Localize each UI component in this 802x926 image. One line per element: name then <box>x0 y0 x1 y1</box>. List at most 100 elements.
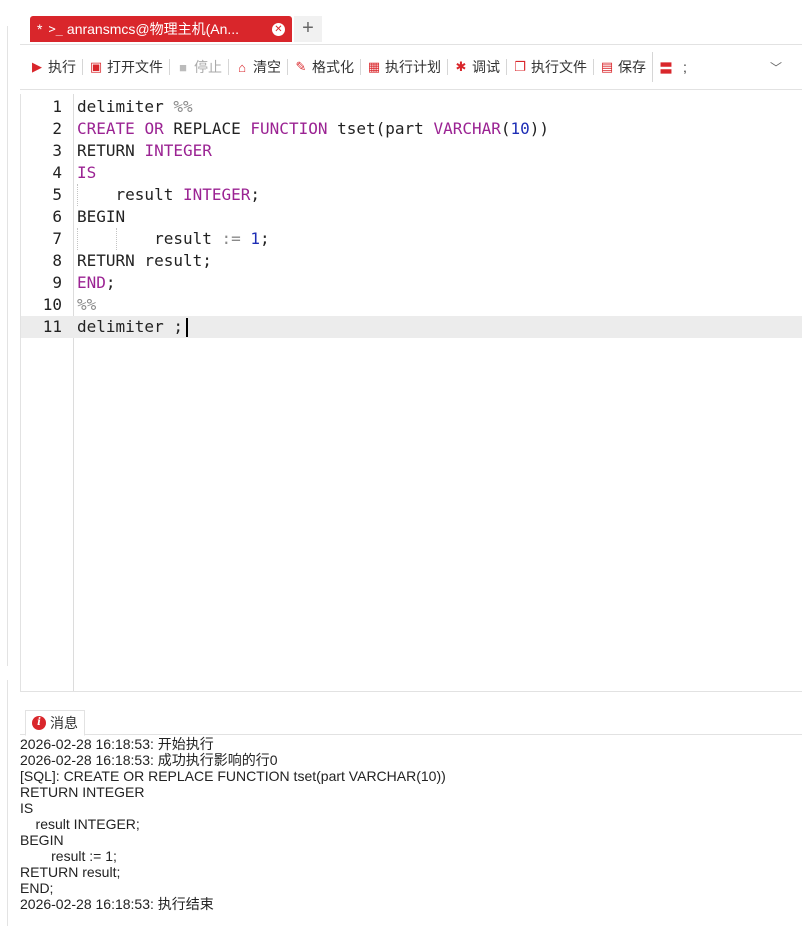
code-line[interactable]: 4 IS <box>21 162 802 184</box>
format-button[interactable]: ✎ 格式化 <box>289 57 359 77</box>
eraser-icon: ⌂ <box>238 59 246 75</box>
log-line: result INTEGER; <box>20 816 140 832</box>
stop-icon: ■ <box>179 59 187 75</box>
toolbar-divider <box>360 59 361 75</box>
messages-tab-label: 消息 <box>50 715 78 731</box>
line-number: 4 <box>52 163 62 182</box>
log-line: 2026-02-28 16:18:53: 成功执行影响的行0 <box>20 752 278 768</box>
stop-button[interactable]: ■ 停止 <box>171 57 227 77</box>
line-number: 2 <box>52 119 62 138</box>
toolbar-divider <box>287 59 288 75</box>
code-line[interactable]: 7 result := 1; <box>21 228 802 250</box>
log-line: 2026-02-28 16:18:53: 开始执行 <box>20 736 214 752</box>
open-file-icon: ▣ <box>89 59 103 74</box>
execute-button[interactable]: ▶ 执行 <box>25 57 81 77</box>
delimiter-selector[interactable]: 〓 ; <box>654 57 692 77</box>
code-line[interactable]: 11 delimiter ; <box>21 316 802 338</box>
code-text: END; <box>77 273 116 292</box>
modified-marker: * <box>37 21 43 37</box>
left-panel-edge <box>0 0 12 926</box>
messages-panel: i 消息 2026-02-28 16:18:53: 开始执行 2026-02-28… <box>20 707 802 926</box>
plus-icon: + <box>302 17 314 39</box>
code-line[interactable]: 1 delimiter %% <box>21 96 802 118</box>
line-number: 11 <box>42 317 62 336</box>
toolbar-divider <box>652 52 653 82</box>
toolbar-divider <box>593 59 594 75</box>
delimiter-value: ; <box>683 59 687 75</box>
log-line: result := 1; <box>20 848 117 864</box>
file-run-icon: ❐ <box>514 59 526 74</box>
info-icon: i <box>32 716 46 730</box>
execution-plan-label: 执行计划 <box>385 59 441 75</box>
log-line: IS <box>20 800 34 816</box>
messages-tab-bar: i 消息 <box>20 707 802 736</box>
left-panel-divider <box>0 26 8 666</box>
toolbar-divider <box>228 59 229 75</box>
code-line[interactable]: 3 RETURN INTEGER <box>21 140 802 162</box>
clear-label: 清空 <box>253 59 281 75</box>
line-number: 6 <box>52 207 62 226</box>
line-number: 3 <box>52 141 62 160</box>
log-line: END; <box>20 880 54 896</box>
toolbar-divider <box>506 59 507 75</box>
calendar-icon: ▦ <box>367 59 381 74</box>
equals-icon: 〓 <box>659 60 673 76</box>
play-icon: ▶ <box>32 59 42 74</box>
code-text: %% <box>77 295 97 314</box>
code-text: delimiter ; <box>77 317 183 336</box>
log-line: [SQL]: CREATE OR REPLACE FUNCTION tset(p… <box>20 768 446 784</box>
chevron-down-icon[interactable]: ﹀ <box>770 59 782 76</box>
clear-button[interactable]: ⌂ 清空 <box>230 57 286 77</box>
code-text: IS <box>77 163 97 182</box>
toolbar-divider <box>82 59 83 75</box>
line-number: 1 <box>52 97 62 116</box>
code-text: result := 1; <box>77 229 270 248</box>
bug-icon: ✱ <box>455 59 467 74</box>
open-file-button[interactable]: ▣ 打开文件 <box>84 57 168 77</box>
indent-guide <box>116 228 118 250</box>
format-label: 格式化 <box>312 59 354 75</box>
save-button[interactable]: ▤ 保存 <box>595 57 651 77</box>
add-tab-button[interactable]: + <box>294 16 322 42</box>
close-icon[interactable]: ✕ <box>272 22 285 36</box>
tab-messages[interactable]: i 消息 <box>25 710 85 736</box>
tab-title: anransmcs@物理主机(An... <box>66 21 240 37</box>
query-tab[interactable]: * >_ anransmcs@物理主机(An... ✕ <box>30 16 292 42</box>
code-text: CREATE OR REPLACE FUNCTION tset(part VAR… <box>77 119 550 138</box>
code-text: result INTEGER; <box>77 185 261 204</box>
open-file-label: 打开文件 <box>107 59 163 75</box>
code-line[interactable]: 8 RETURN result; <box>21 250 802 272</box>
indent-guide <box>77 184 78 206</box>
log-line: BEGIN <box>20 832 64 848</box>
debug-button[interactable]: ✱ 调试 <box>449 57 505 77</box>
editor-toolbar: ▶ 执行 ▣ 打开文件 ■ 停止 ⌂ 清空 ✎ 格式化 ▦ 执行计划 ✱ 调试 … <box>20 44 802 90</box>
line-number: 8 <box>52 251 62 270</box>
debug-label: 调试 <box>472 59 500 75</box>
toolbar-divider <box>169 59 170 75</box>
terminal-icon: >_ <box>48 22 63 36</box>
code-line[interactable]: 2 CREATE OR REPLACE FUNCTION tset(part VA… <box>21 118 802 140</box>
code-line[interactable]: 9 END; <box>21 272 802 294</box>
code-line[interactable]: 6 BEGIN <box>21 206 802 228</box>
editor-tab-bar: * >_ anransmcs@物理主机(An... ✕ + <box>20 0 802 44</box>
messages-log: 2026-02-28 16:18:53: 开始执行 2026-02-28 16:1… <box>20 735 802 912</box>
line-number: 9 <box>52 273 62 292</box>
line-number: 10 <box>42 295 62 314</box>
code-text: delimiter %% <box>77 97 193 116</box>
log-line: RETURN INTEGER <box>20 784 145 800</box>
code-line[interactable]: 5 result INTEGER; <box>21 184 802 206</box>
execute-label: 执行 <box>48 59 76 75</box>
code-text: RETURN result; <box>77 251 212 270</box>
code-text: BEGIN <box>77 207 126 226</box>
execution-plan-button[interactable]: ▦ 执行计划 <box>362 57 446 77</box>
indent-guide <box>77 228 78 250</box>
sql-editor[interactable]: 1 delimiter %% 2 CREATE OR REPLACE FUNCTION… <box>20 94 802 692</box>
log-line: 2026-02-28 16:18:53: 执行结束 <box>20 896 214 912</box>
log-line: RETURN result; <box>20 864 121 880</box>
line-number: 5 <box>52 185 62 204</box>
text-cursor <box>185 318 188 337</box>
code-line[interactable]: 10%% <box>21 294 802 316</box>
execute-file-button[interactable]: ❐ 执行文件 <box>508 57 592 77</box>
save-label: 保存 <box>618 59 646 75</box>
toolbar-divider <box>447 59 448 75</box>
